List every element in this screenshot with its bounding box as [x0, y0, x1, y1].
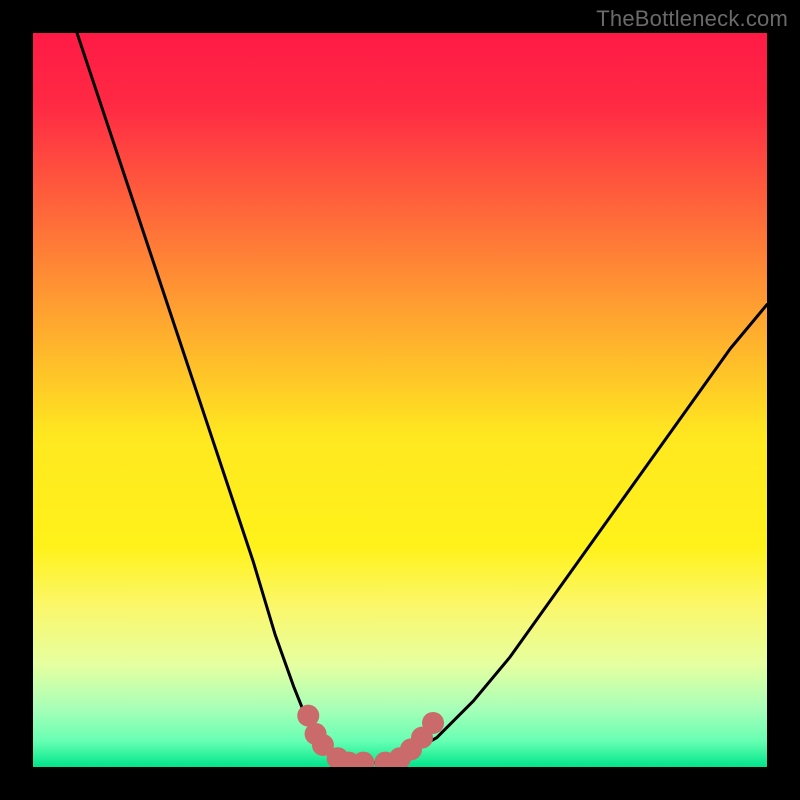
- plot-svg: [33, 33, 767, 767]
- marker-dot: [422, 712, 444, 734]
- plot-area: [33, 33, 767, 767]
- watermark-text: TheBottleneck.com: [596, 6, 788, 32]
- chart-frame: TheBottleneck.com: [0, 0, 800, 800]
- gradient-background: [33, 33, 767, 767]
